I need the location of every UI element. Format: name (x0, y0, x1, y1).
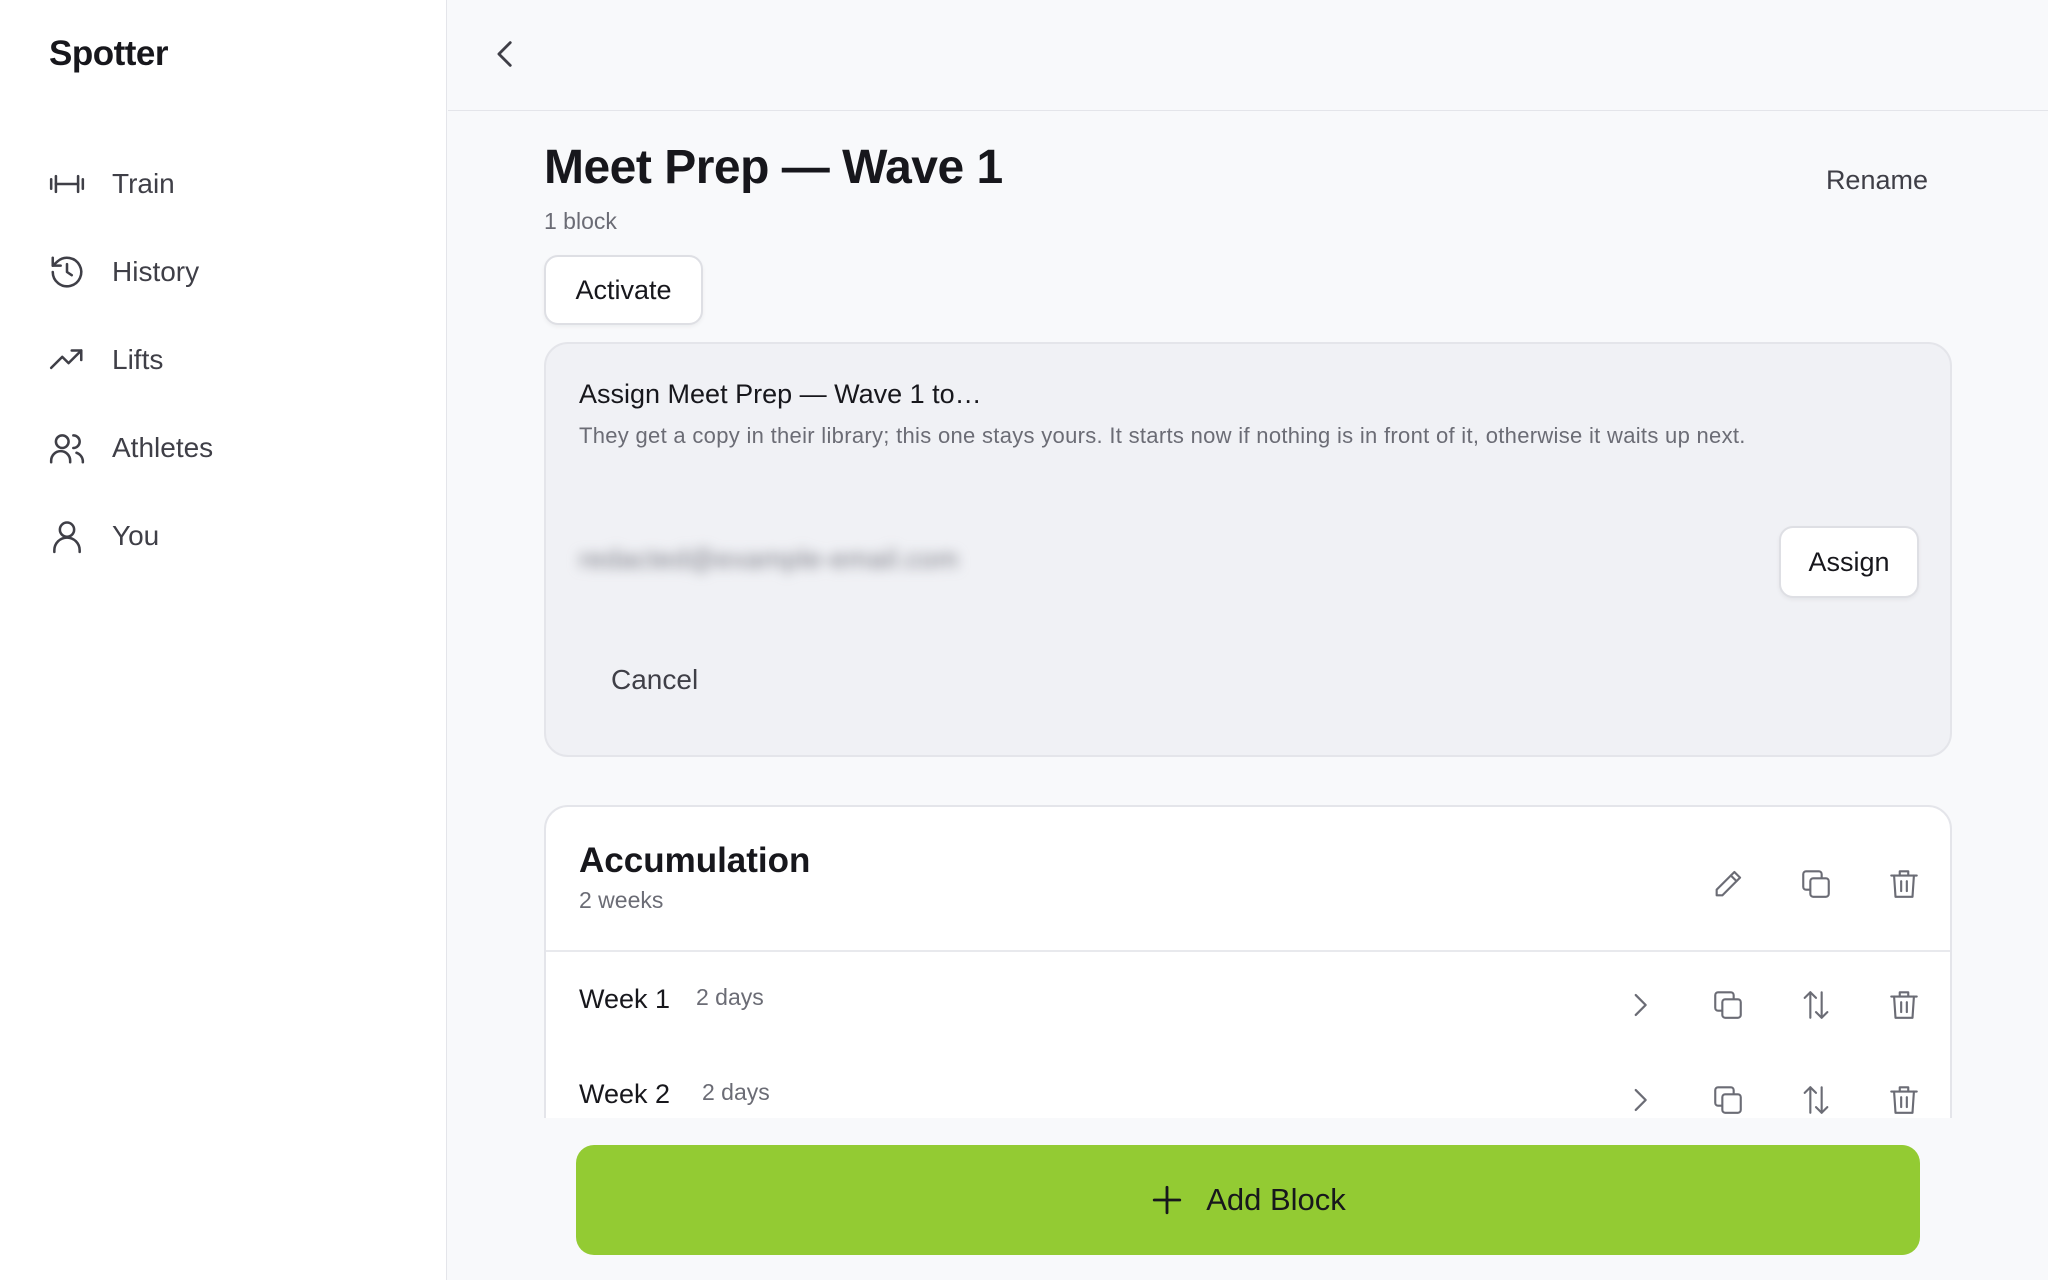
chevron-left-icon (497, 41, 512, 67)
assign-button[interactable]: Assign (1779, 526, 1919, 598)
chevron-right-icon (1634, 993, 1647, 1017)
week-name: Week 1 (579, 984, 671, 1014)
reorder-week-button[interactable] (1794, 1078, 1838, 1122)
trash-icon (1890, 1086, 1918, 1114)
duplicate-block-button[interactable] (1794, 862, 1838, 906)
sidebar-item-you[interactable]: You (48, 492, 213, 580)
history-icon (51, 256, 83, 288)
cancel-button[interactable]: Cancel (611, 664, 698, 696)
reorder-arrows-icon (1803, 1086, 1829, 1114)
reorder-week-button[interactable] (1794, 983, 1838, 1027)
reorder-arrows-icon (1803, 991, 1829, 1019)
week-name: Week 2 (579, 1079, 671, 1109)
user-icon (53, 521, 81, 554)
athlete-email-field[interactable]: redacted@example-email.com (579, 544, 959, 575)
sidebar-nav: Train History Lifts Athletes You (48, 140, 213, 580)
dumbbell-icon (49, 174, 85, 194)
block-name: Accumulation (579, 841, 811, 880)
edit-block-button[interactable] (1706, 862, 1750, 906)
assign-title: Assign Meet Prep — Wave 1 to… (579, 379, 982, 409)
pencil-icon (1715, 870, 1742, 897)
top-bar (448, 0, 2048, 111)
sidebar-item-athletes[interactable]: Athletes (48, 404, 213, 492)
activate-button[interactable]: Activate (544, 255, 703, 325)
app-logo: Spotter (49, 34, 169, 73)
assign-description: They get a copy in their library; this o… (579, 423, 1746, 448)
back-button[interactable] (482, 30, 530, 78)
sidebar-item-label: You (112, 520, 160, 551)
chevron-right-icon (1634, 1088, 1647, 1112)
trending-up-icon (49, 349, 83, 370)
divider (546, 950, 1950, 952)
delete-week-button[interactable] (1882, 1078, 1926, 1122)
add-block-button[interactable]: Add Block (576, 1145, 1920, 1255)
assign-panel: Assign Meet Prep — Wave 1 to… They get a… (544, 342, 1952, 757)
trash-icon (1890, 870, 1918, 898)
users-icon (49, 434, 85, 464)
sidebar-item-label: Lifts (112, 344, 164, 375)
sidebar-item-train[interactable]: Train (48, 140, 213, 228)
open-week-button[interactable] (1618, 983, 1662, 1027)
block-weeks: 2 weeks (579, 887, 664, 913)
page-title: Meet Prep — Wave 1 (544, 141, 1003, 194)
plus-icon (1153, 1185, 1182, 1215)
sidebar: Spotter Train History Lifts Athletes You (0, 0, 447, 1280)
duplicate-week-button[interactable] (1706, 983, 1750, 1027)
sidebar-item-label: History (112, 256, 200, 287)
duplicate-week-button[interactable] (1706, 1078, 1750, 1122)
copy-icon (1714, 991, 1742, 1019)
rename-button[interactable]: Rename (1826, 165, 1928, 196)
week-days: 2 days (696, 984, 764, 1010)
week-days: 2 days (702, 1079, 770, 1105)
sidebar-item-history[interactable]: History (48, 228, 213, 316)
trash-icon (1890, 991, 1918, 1019)
add-block-label: Add Block (1206, 1182, 1346, 1217)
delete-block-button[interactable] (1882, 862, 1926, 906)
delete-week-button[interactable] (1882, 983, 1926, 1027)
sidebar-item-lifts[interactable]: Lifts (48, 316, 213, 404)
copy-icon (1802, 870, 1830, 898)
copy-icon (1714, 1086, 1742, 1114)
block-count: 1 block (544, 208, 617, 234)
open-week-button[interactable] (1618, 1078, 1662, 1122)
sidebar-item-label: Athletes (112, 432, 214, 463)
sidebar-item-label: Train (112, 168, 175, 199)
